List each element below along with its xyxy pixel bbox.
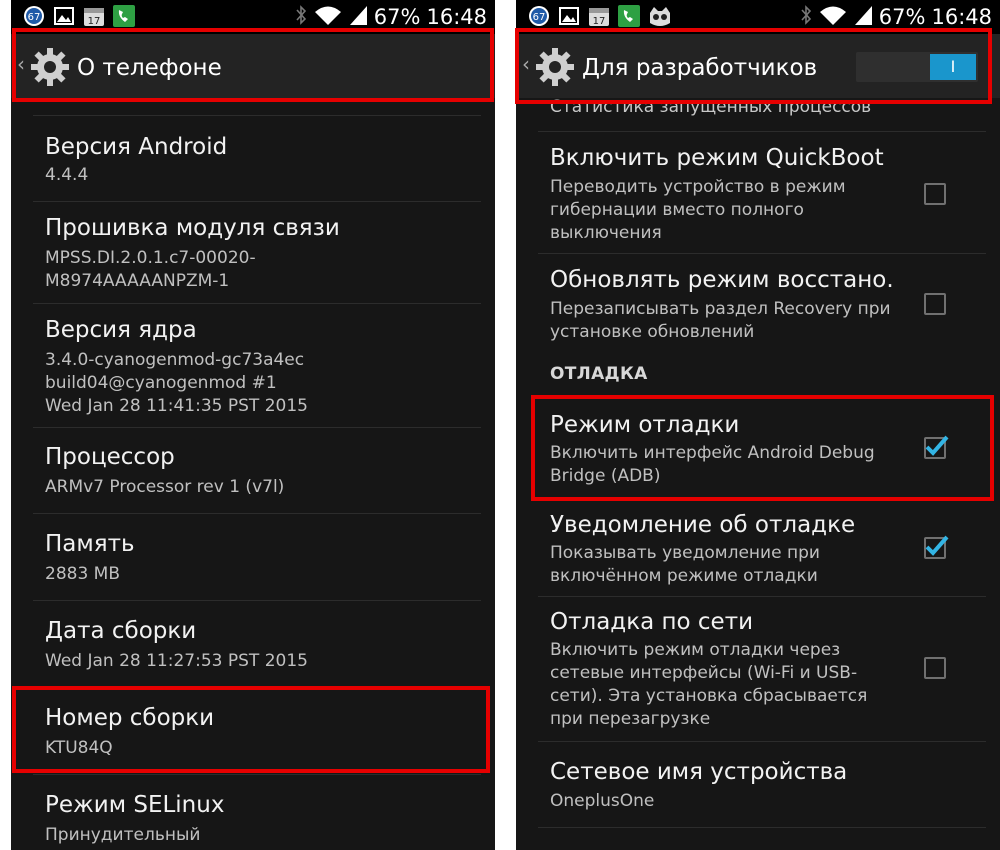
list-item-kernel-version[interactable]: Версия ядра 3.4.0-cyanogenmod-gc73a4ec b… <box>33 303 481 428</box>
signal-icon <box>348 4 368 30</box>
list-item-debug-notification[interactable]: Уведомление об отладке Показывать уведом… <box>538 500 986 597</box>
page-title: Для разработчиков <box>582 55 818 81</box>
action-bar: ‹ О телефоне <box>11 34 495 98</box>
list-item-process-stats-partial[interactable]: Статистика запущенных процессов <box>538 88 986 132</box>
about-phone-list: Версия Android 4.4.4 Прошивка модуля свя… <box>11 98 495 850</box>
settings-gear-icon[interactable] <box>534 46 576 88</box>
battery-percent: 67% <box>373 5 421 29</box>
settings-gear-icon[interactable] <box>29 46 71 88</box>
developer-options-toggle[interactable]: I <box>856 52 978 82</box>
bluetooth-icon <box>799 4 813 30</box>
list-item-usb-debugging[interactable]: Режим отладки Включить интерфейс Android… <box>538 400 986 501</box>
list-item-network-debugging[interactable]: Отладка по сети Включить режим отладки ч… <box>538 596 986 742</box>
notification-badge-icon: 67 <box>528 5 550 27</box>
gallery-icon <box>558 5 580 27</box>
phone-call-icon <box>113 5 135 27</box>
back-chevron-icon[interactable]: ‹ <box>17 54 25 74</box>
calendar-icon: 17 <box>588 5 610 27</box>
svg-text:67: 67 <box>28 12 41 23</box>
bluetooth-icon <box>294 4 308 30</box>
about-phone-screen: 67 17 67% 16:48 ‹ О телефоне Версия Andr… <box>11 0 495 850</box>
battery-percent: 67% <box>878 5 926 29</box>
cyanogen-mascot-icon <box>648 5 670 27</box>
usb-debugging-checkbox[interactable] <box>924 435 949 459</box>
wifi-icon <box>314 4 342 30</box>
wifi-icon <box>819 4 847 30</box>
notification-badge-icon: 67 <box>23 5 45 27</box>
checkmark-icon <box>925 435 949 456</box>
list-item-build-number[interactable]: Номер сборки KTU84Q <box>33 687 481 775</box>
svg-text:67: 67 <box>533 12 546 23</box>
checkmark-icon <box>925 535 949 556</box>
quickboot-checkbox[interactable] <box>924 183 946 205</box>
page-title: О телефоне <box>77 55 222 81</box>
list-item-baseband-version[interactable]: Прошивка модуля связи MPSS.DI.2.0.1.c7-0… <box>33 201 481 304</box>
status-bar: 67 17 67% 16:48 <box>11 0 495 34</box>
clock: 16:48 <box>426 5 487 29</box>
signal-icon <box>853 4 873 30</box>
debug-notification-checkbox[interactable] <box>924 535 949 559</box>
clock: 16:48 <box>931 5 992 29</box>
phone-call-icon <box>618 5 640 27</box>
list-item-update-recovery[interactable]: Обновлять режим восстано. Перезаписывать… <box>538 253 986 359</box>
svg-text:17: 17 <box>593 16 606 27</box>
list-item-partial <box>33 98 481 116</box>
list-item-build-date[interactable]: Дата сборки Wed Jan 28 11:27:53 PST 2015 <box>33 600 481 688</box>
back-chevron-icon[interactable]: ‹ <box>522 54 530 74</box>
list-item-memory[interactable]: Память 2883 MB <box>33 513 481 601</box>
section-header-debugging: ОТЛАДКА <box>550 364 648 384</box>
developer-options-screen: 67 17 67% 16:48 ‹ Для разработчиков I Ст… <box>516 0 1000 850</box>
calendar-icon: 17 <box>83 5 105 27</box>
list-item-quickboot[interactable]: Включить режим QuickBoot Переводить устр… <box>538 131 986 254</box>
list-item-device-hostname[interactable]: Сетевое имя устройства OneplusOne <box>538 741 986 828</box>
svg-text:17: 17 <box>88 16 101 27</box>
toggle-thumb: I <box>930 54 976 80</box>
network-debugging-checkbox[interactable] <box>924 657 946 679</box>
list-item-selinux[interactable]: Режим SELinux Принудительный <box>33 774 481 850</box>
developer-options-list: Статистика запущенных процессов Включить… <box>516 97 1000 850</box>
list-item-processor[interactable]: Процессор ARMv7 Processor rev 1 (v7l) <box>33 427 481 514</box>
status-bar: 67 17 67% 16:48 <box>516 0 1000 34</box>
gallery-icon <box>53 5 75 27</box>
update-recovery-checkbox[interactable] <box>924 293 946 315</box>
list-item-android-version[interactable]: Версия Android 4.4.4 <box>33 115 481 202</box>
